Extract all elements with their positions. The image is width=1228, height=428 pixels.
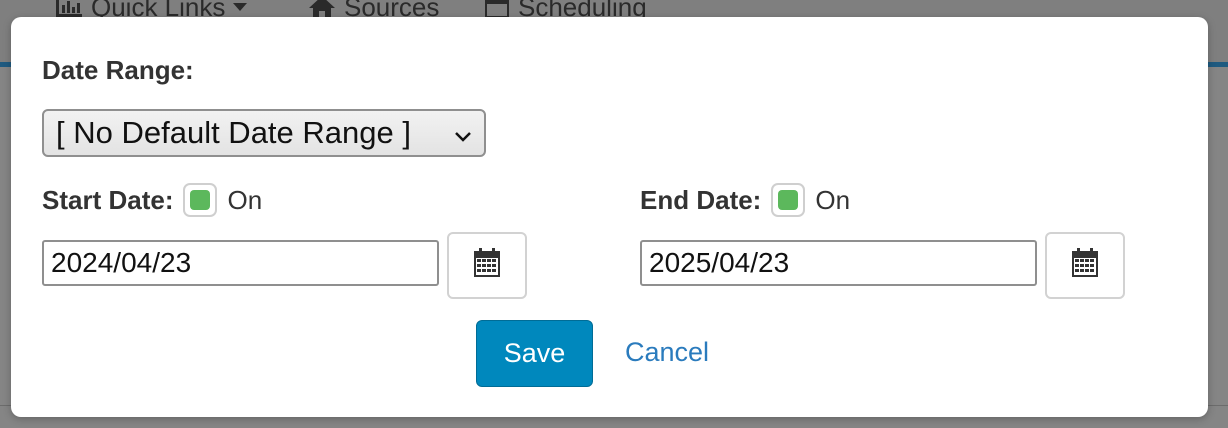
date-range-select[interactable]: [ No Default Date Range ] bbox=[42, 109, 486, 157]
save-button[interactable]: Save bbox=[476, 320, 593, 387]
end-date-label: End Date: bbox=[640, 184, 762, 215]
date-range-label: Date Range: bbox=[42, 55, 194, 85]
start-date-toggle-text: On bbox=[227, 184, 263, 215]
caret-down-icon bbox=[233, 2, 248, 12]
start-date-calendar-button[interactable] bbox=[447, 232, 527, 299]
chevron-down-icon bbox=[454, 115, 472, 151]
start-date-label: Start Date: bbox=[42, 184, 174, 215]
start-date-row: Start Date: On bbox=[42, 183, 262, 217]
cancel-link[interactable]: Cancel bbox=[625, 337, 709, 368]
date-range-modal: Date Range: [ No Default Date Range ] St… bbox=[11, 17, 1208, 417]
end-date-toggle[interactable] bbox=[771, 183, 806, 217]
start-date-toggle[interactable] bbox=[183, 183, 218, 217]
calendar-icon bbox=[473, 248, 501, 283]
end-date-input[interactable] bbox=[640, 240, 1037, 286]
start-date-input[interactable] bbox=[42, 240, 439, 286]
end-date-calendar-button[interactable] bbox=[1045, 232, 1125, 299]
toggle-on-indicator bbox=[778, 190, 799, 210]
end-date-toggle-text: On bbox=[815, 184, 851, 215]
toggle-on-indicator bbox=[190, 190, 211, 210]
date-range-select-value: [ No Default Date Range ] bbox=[56, 115, 411, 150]
calendar-icon bbox=[1071, 248, 1099, 283]
end-date-row: End Date: On bbox=[640, 183, 850, 217]
